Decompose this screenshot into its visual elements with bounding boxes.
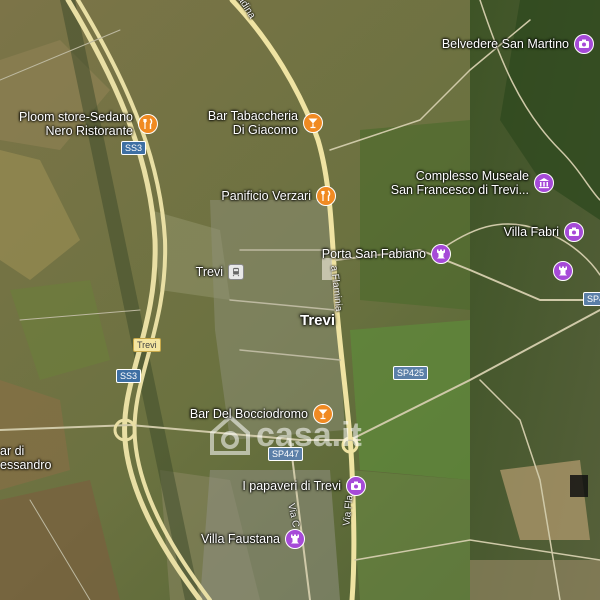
- poi-label: I papaveri di Trevi: [242, 479, 341, 493]
- poi-label-partial: ar di essandro: [0, 444, 51, 472]
- camera-icon: [346, 476, 366, 496]
- poi-label: Ploom store-Sedano Nero Ristorante: [19, 110, 133, 138]
- poi-unlabeled-tower[interactable]: [553, 260, 573, 282]
- train-icon: [228, 264, 244, 280]
- poi-villa-faustana[interactable]: Villa Faustana: [201, 528, 305, 550]
- poi-trevi-station[interactable]: Trevi: [196, 261, 244, 283]
- poi-porta-san-fabiano[interactable]: Porta San Fabiano: [322, 243, 451, 265]
- poi-label: Trevi: [195, 265, 223, 279]
- poi-ploom-store[interactable]: Ploom store-Sedano Nero Ristorante: [19, 108, 158, 140]
- chess-rook-icon: [431, 244, 451, 264]
- poi-label: Bar Tabaccheria Di Giacomo: [207, 109, 298, 137]
- poi-i-papaveri-di-trevi[interactable]: I papaveri di Trevi: [242, 475, 366, 497]
- poi-label: Porta San Fabiano: [321, 247, 426, 261]
- poi-label: Panificio Verzari: [221, 189, 311, 203]
- road-shield-ss3-bottom: SS3: [116, 369, 142, 383]
- chess-rook-icon: [553, 261, 573, 281]
- poi-label: Belvedere San Martino: [441, 37, 569, 51]
- road-shield-sp-right: SP4: [583, 292, 600, 306]
- cocktail-icon: [313, 404, 333, 424]
- poi-bar-del-bocciodromo[interactable]: Bar Del Bocciodromo: [190, 403, 333, 425]
- road-shield-sp425: SP425: [393, 366, 429, 380]
- city-label-trevi: Trevi: [300, 312, 336, 329]
- poi-label: Bar Del Bocciodromo: [189, 407, 308, 421]
- restaurant-icon: [316, 186, 336, 206]
- camera-icon: [564, 222, 584, 242]
- camera-icon: [574, 34, 594, 54]
- cocktail-icon: [303, 113, 323, 133]
- poi-label-partial-line2: essandro: [0, 458, 52, 472]
- road-shield-trevi: Trevi: [133, 338, 161, 352]
- chess-rook-icon: [285, 529, 305, 549]
- poi-label: Complesso Museale San Francesco di Trevi…: [390, 169, 529, 197]
- poi-label: Villa Faustana: [201, 532, 280, 546]
- satellite-imagery: [0, 0, 600, 600]
- poi-panificio-verzari[interactable]: Panificio Verzari: [221, 185, 336, 207]
- map-view[interactable]: adina a Flaminia Via Fla Via C SS3 Trevi…: [0, 0, 600, 600]
- museum-icon: [534, 173, 554, 193]
- poi-complesso-museale[interactable]: Complesso Museale San Francesco di Trevi…: [391, 167, 554, 199]
- poi-label: Villa Fabri: [503, 225, 559, 239]
- poi-label-partial-line1: ar di: [0, 444, 25, 458]
- poi-belvedere-san-martino[interactable]: Belvedere San Martino: [442, 33, 594, 55]
- restaurant-icon: [138, 114, 158, 134]
- poi-bar-tabaccheria[interactable]: Bar Tabaccheria Di Giacomo: [208, 107, 323, 139]
- road-shield-ss3-top: SS3: [121, 141, 147, 155]
- poi-villa-fabri[interactable]: Villa Fabri: [504, 221, 584, 243]
